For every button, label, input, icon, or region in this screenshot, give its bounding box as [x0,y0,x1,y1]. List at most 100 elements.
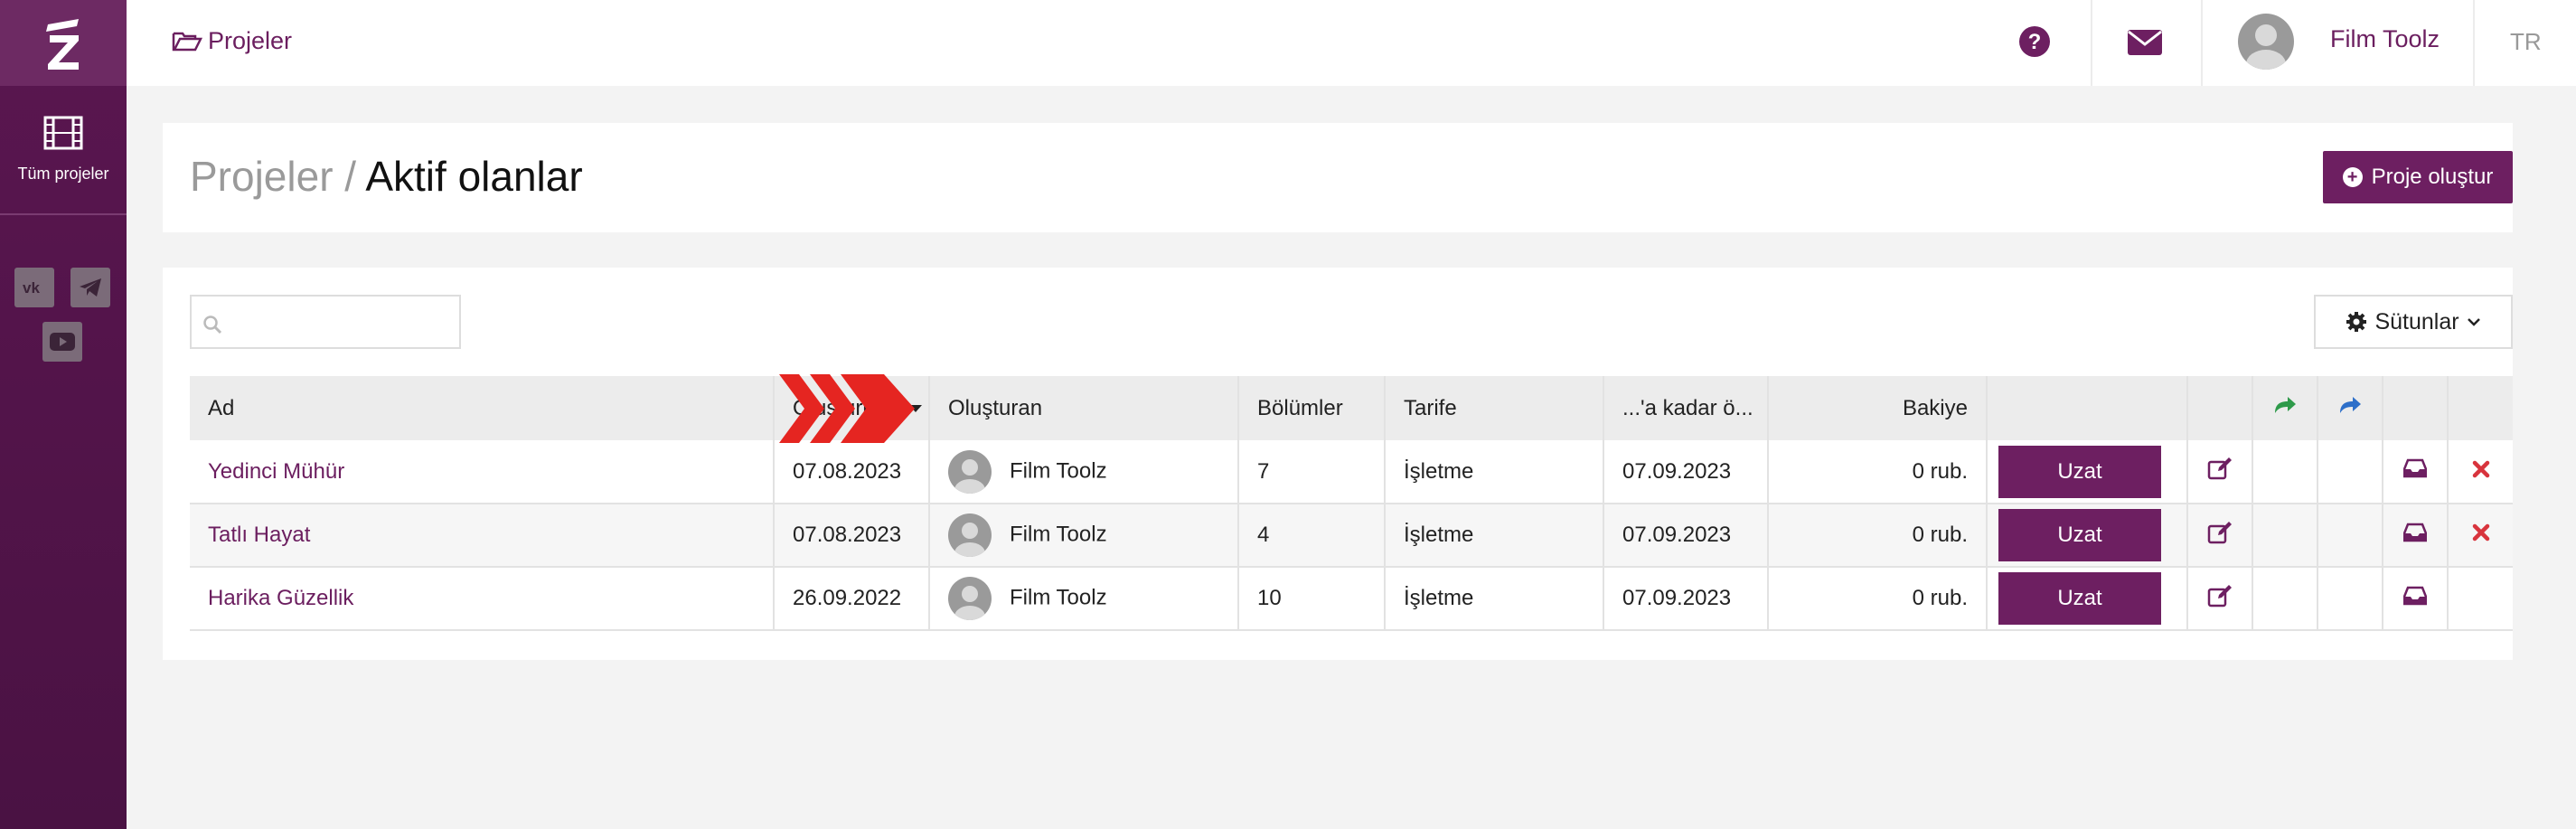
svg-text:?: ? [2028,30,2042,54]
column-header-name[interactable]: Ad [190,376,774,440]
projects-table: Ad Oluşturuldu Oluşturan Bölümler Tarife… [190,376,2513,631]
created-cell: 07.08.2023 [773,440,929,504]
divider [2201,0,2203,86]
create-project-button[interactable]: + Proje oluştur [2323,151,2513,203]
extend-button[interactable]: Uzat [1998,445,2161,498]
table-header-row: Ad Oluşturuldu Oluşturan Bölümler Tarife… [190,376,2513,440]
help-icon[interactable]: ? [2018,25,2051,62]
inbox-icon [2402,523,2428,542]
delete-icon [2472,460,2489,477]
edit-icon [2207,584,2232,607]
column-header-share-blue [2317,376,2383,440]
extend-button[interactable]: Uzat [1998,572,2161,625]
sidebar-item-all-projects[interactable]: Tüm projeler [0,86,127,215]
columns-button[interactable]: Sütunlar [2314,295,2513,349]
column-header-archive [2382,376,2448,440]
page-title-parent[interactable]: Projeler / [190,153,356,200]
share-blue-icon [2340,397,2361,413]
telegram-icon[interactable] [71,268,110,307]
created-cell: 07.08.2023 [773,504,929,568]
edit-cell[interactable] [2186,440,2252,504]
edit-icon [2207,457,2232,480]
episodes-cell: 7 [1237,440,1385,504]
share-blue-cell [2317,440,2383,504]
page-title: Projeler / Aktif olanlar [190,152,583,201]
project-name-cell: Tatlı Hayat [190,504,774,568]
column-header-balance[interactable]: Bakiye [1767,376,1987,440]
page-title-current: Aktif olanlar [365,153,583,200]
share-green-icon [2275,397,2296,413]
table-row: Yedinci Mühür 07.08.2023 Film Toolz 7 İşletm… [190,440,2513,504]
share-green-cell [2252,440,2317,504]
page-header: Projeler / Aktif olanlar + Proje oluştur [163,123,2513,232]
archive-cell[interactable] [2382,567,2448,631]
archive-cell[interactable] [2382,504,2448,568]
archive-cell[interactable] [2382,440,2448,504]
creator-name: Film Toolz [1010,522,1107,547]
column-header-tariff[interactable]: Tarife [1384,376,1603,440]
creator-cell: Film Toolz [928,440,1238,504]
mail-icon[interactable] [2128,30,2162,60]
balance-cell: 0 rub. [1767,440,1987,504]
delete-cell [2447,567,2513,631]
inbox-icon [2402,458,2428,478]
share-blue-cell [2317,504,2383,568]
column-header-creator[interactable]: Oluşturan [928,376,1238,440]
chevron-down-icon [2467,318,2480,326]
creator-name: Film Toolz [1010,457,1107,483]
language-switcher[interactable]: TR [2510,28,2542,56]
avatar[interactable] [2238,14,2294,70]
column-header-edit [2186,376,2252,440]
divider [2473,0,2475,86]
creator-cell: Film Toolz [928,504,1238,568]
table-row: Harika Güzellik 26.09.2022 Film Toolz 10 İşl… [190,567,2513,631]
action-cell: Uzat [1986,567,2187,631]
edit-icon [2207,521,2232,543]
action-cell: Uzat [1986,504,2187,568]
project-name-link[interactable]: Harika Güzellik [208,586,353,610]
share-blue-cell [2317,567,2383,631]
column-header-share-green [2252,376,2317,440]
breadcrumb-label: Projeler [208,27,293,54]
edit-cell[interactable] [2186,504,2252,568]
avatar [948,513,992,557]
column-header-episodes[interactable]: Bölümler [1237,376,1385,440]
project-name-cell: Yedinci Mühür [190,440,774,504]
until-cell: 07.09.2023 [1603,567,1768,631]
delete-icon [2472,523,2489,542]
column-header-delete [2447,376,2513,440]
user-name[interactable]: Film Toolz [2330,25,2440,53]
youtube-icon[interactable] [42,322,82,362]
episodes-cell: 10 [1237,567,1385,631]
balance-cell: 0 rub. [1767,504,1987,568]
logo[interactable] [0,0,127,86]
inbox-icon [2402,586,2428,605]
chevron-arrows-annotation [779,374,915,443]
project-name-link[interactable]: Tatlı Hayat [208,523,310,547]
divider [2091,0,2092,86]
creator-name: Film Toolz [1010,585,1107,610]
project-name-link[interactable]: Yedinci Mühür [208,459,344,484]
extend-button[interactable]: Uzat [1998,509,2161,561]
sidebar-item-label: Tüm projeler [17,165,109,183]
until-cell: 07.09.2023 [1603,440,1768,504]
breadcrumb[interactable]: Projeler [172,27,292,55]
film-toolz-logo-icon [46,18,79,70]
balance-cell: 0 rub. [1767,567,1987,631]
vk-icon[interactable]: vk [14,268,54,307]
until-cell: 07.09.2023 [1603,504,1768,568]
delete-cell[interactable] [2447,440,2513,504]
topbar: Projeler ? Film Toolz TR [127,0,2576,86]
projects-panel: Sütunlar Ad Oluşturuldu Oluşturan Bölüml… [163,268,2513,660]
tariff-cell: İşletme [1384,567,1603,631]
search-input[interactable] [190,295,461,349]
edit-cell[interactable] [2186,567,2252,631]
delete-cell[interactable] [2447,504,2513,568]
column-header-until[interactable]: ...'a kadar ö... [1603,376,1768,440]
tariff-cell: İşletme [1384,440,1603,504]
creator-cell: Film Toolz [928,567,1238,631]
gear-icon [2346,312,2367,332]
created-cell: 26.09.2022 [773,567,929,631]
avatar [948,577,992,620]
film-icon [43,116,83,150]
